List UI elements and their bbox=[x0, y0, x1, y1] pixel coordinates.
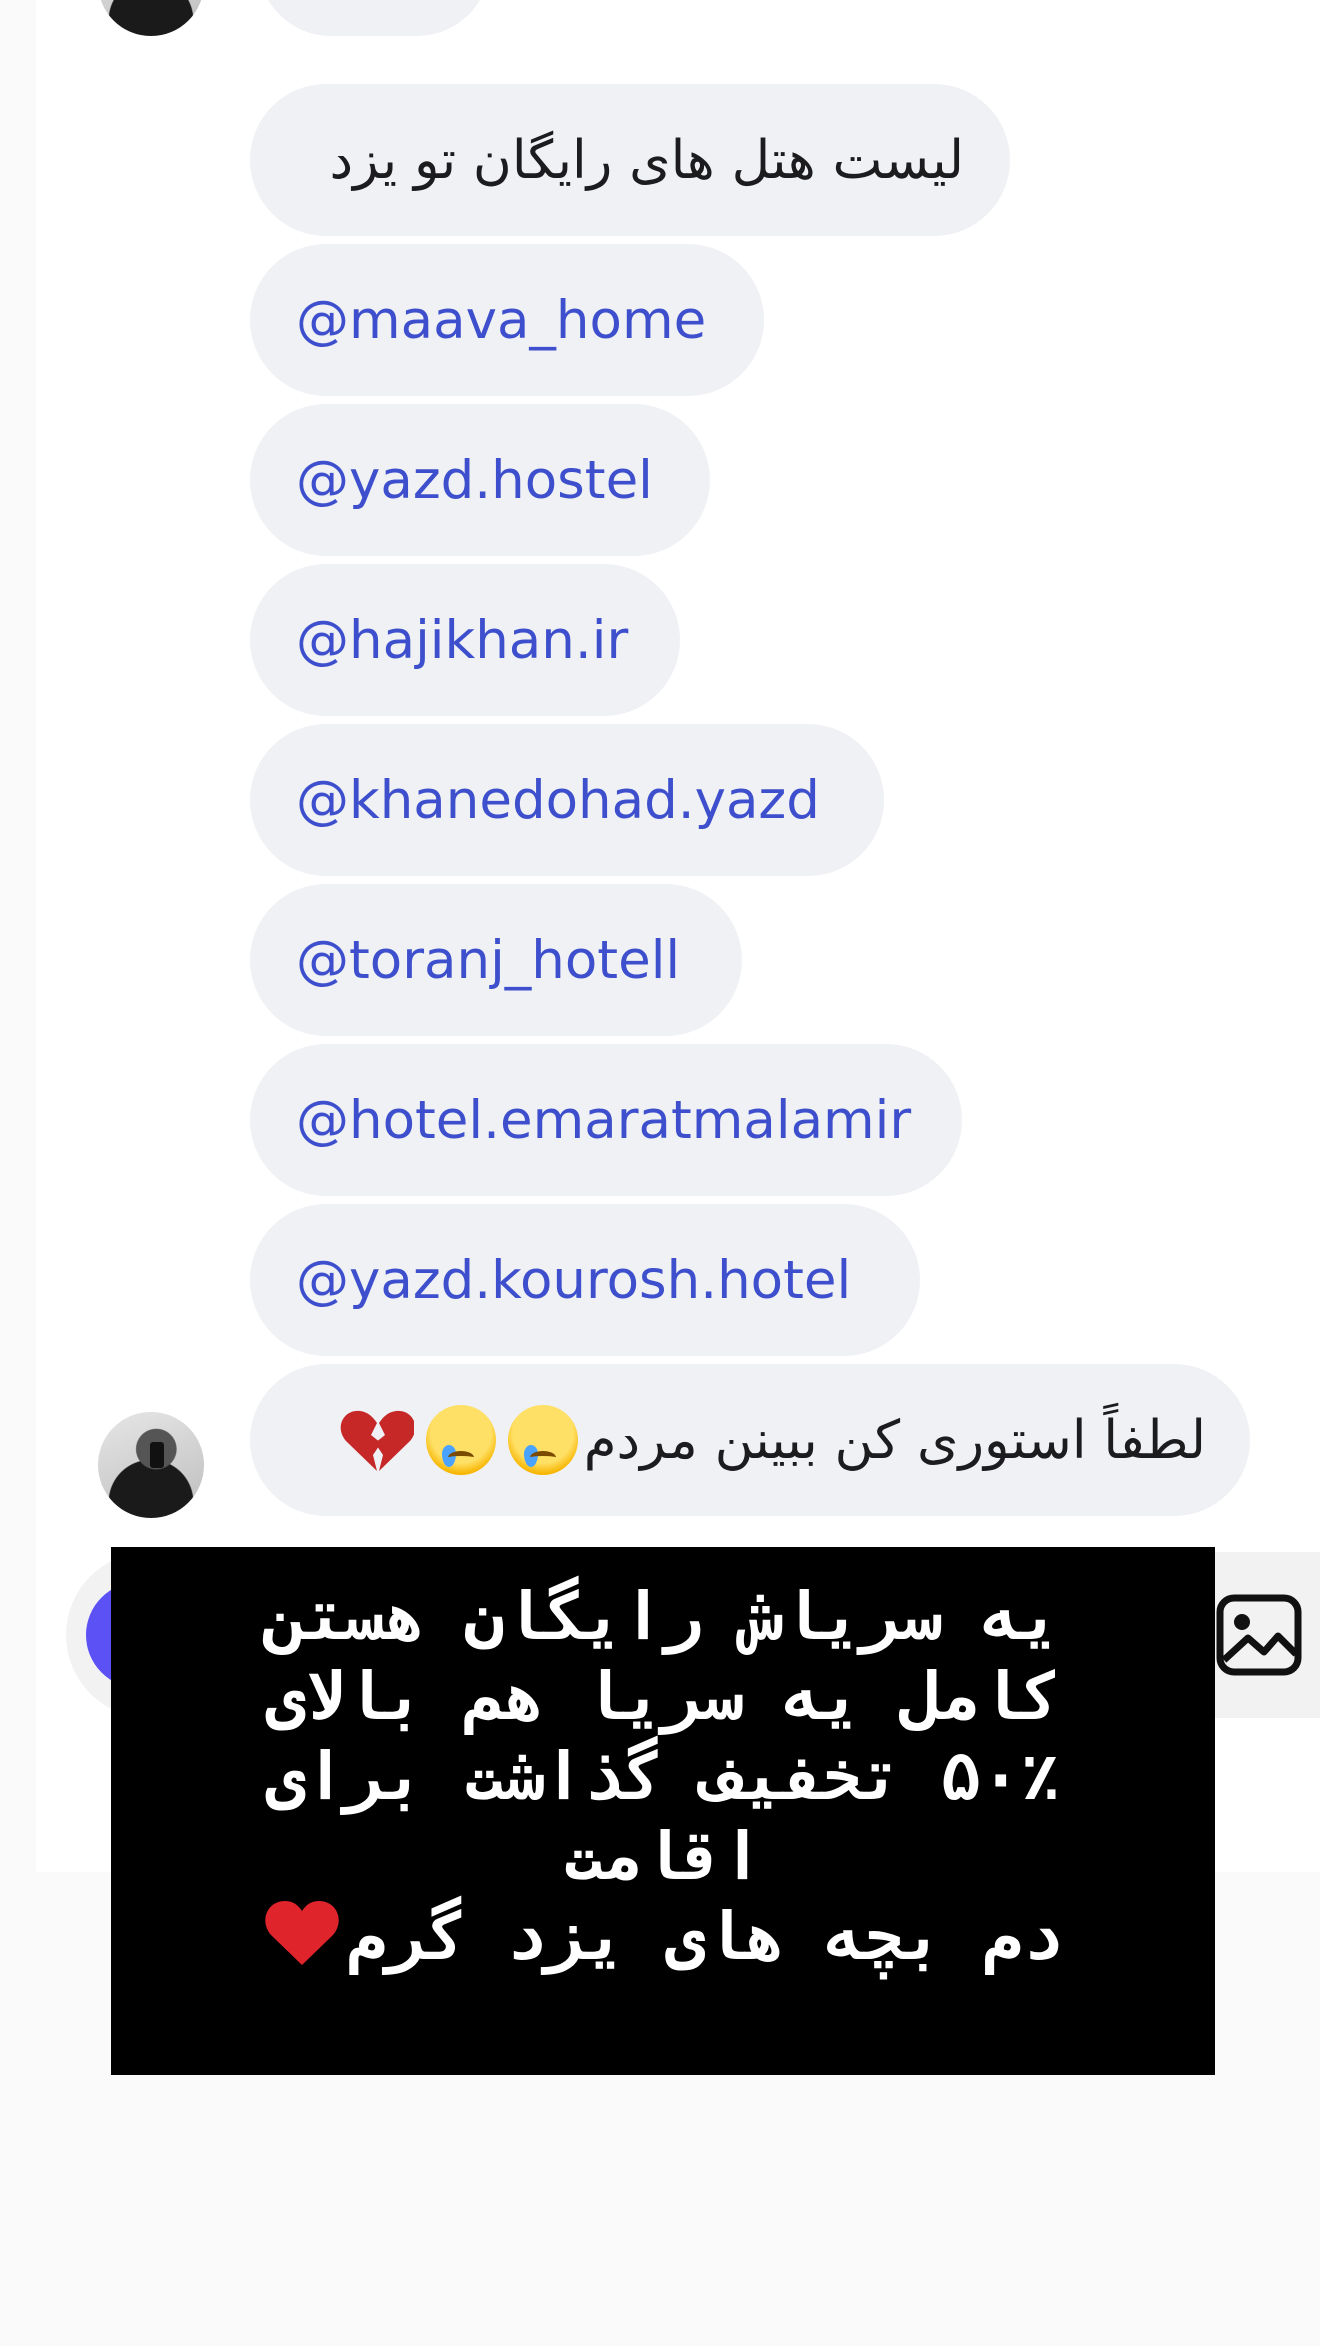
mention-bubble[interactable]: @maava_home bbox=[250, 244, 764, 396]
red-heart-icon bbox=[265, 1901, 340, 1965]
message-text: لیست هتل های رایگان تو یزد bbox=[329, 129, 965, 191]
mention-bubble[interactable]: @hotel.emaratmalamir bbox=[250, 1044, 962, 1196]
mention-link[interactable]: @toranj_hotell bbox=[296, 930, 680, 991]
overlay-line-last: دم بچه های یزد گرم bbox=[145, 1897, 1181, 1977]
message-text: لطفاً استوری کن ببینن مردم bbox=[583, 1409, 1206, 1471]
overlay-line: اقامت bbox=[563, 1818, 763, 1895]
mention-link[interactable]: @yazd.kourosh.hotel bbox=[296, 1250, 851, 1311]
mention-link[interactable]: @yazd.hostel bbox=[296, 450, 653, 511]
mention-bubble[interactable]: @toranj_hotell bbox=[250, 884, 742, 1036]
mention-bubble[interactable]: @hajikhan.ir bbox=[250, 564, 680, 716]
overlay-line: ۵۰٪ تخفیف گذاشت برای bbox=[265, 1738, 1061, 1815]
overlay-line: یه سریاش رایگان هستن bbox=[265, 1578, 1061, 1655]
mention-link[interactable]: @hajikhan.ir bbox=[296, 610, 628, 671]
broken-heart-icon bbox=[340, 1410, 414, 1471]
overlay-line: کامل یه سریا هم بالای bbox=[265, 1658, 1061, 1735]
mention-link[interactable]: @maava_home bbox=[296, 290, 706, 351]
mention-link[interactable]: @hotel.emaratmalamir bbox=[296, 1090, 911, 1151]
crying-face-icon bbox=[425, 1405, 496, 1475]
gallery-icon[interactable] bbox=[1212, 1588, 1306, 1682]
message-bubble[interactable]: لطفاً استوری کن ببینن مردم bbox=[250, 1364, 1250, 1516]
story-text-overlay: یه سریاش رایگان هستن کامل یه سریا هم بال… bbox=[111, 1547, 1215, 2075]
mention-bubble[interactable]: @yazd.kourosh.hotel bbox=[250, 1204, 920, 1356]
overlay-line: دم بچه های یزد گرم bbox=[347, 1898, 1063, 1975]
mention-bubble[interactable]: @yazd.hostel bbox=[250, 404, 710, 556]
mention-link[interactable]: @khanedohad.yazd bbox=[296, 770, 820, 831]
mention-bubble[interactable]: @khanedohad.yazd bbox=[250, 724, 884, 876]
message-bubble[interactable]: لیست هتل های رایگان تو یزد bbox=[250, 84, 1010, 236]
crying-face-icon bbox=[507, 1405, 578, 1475]
sender-avatar[interactable] bbox=[98, 1412, 204, 1518]
